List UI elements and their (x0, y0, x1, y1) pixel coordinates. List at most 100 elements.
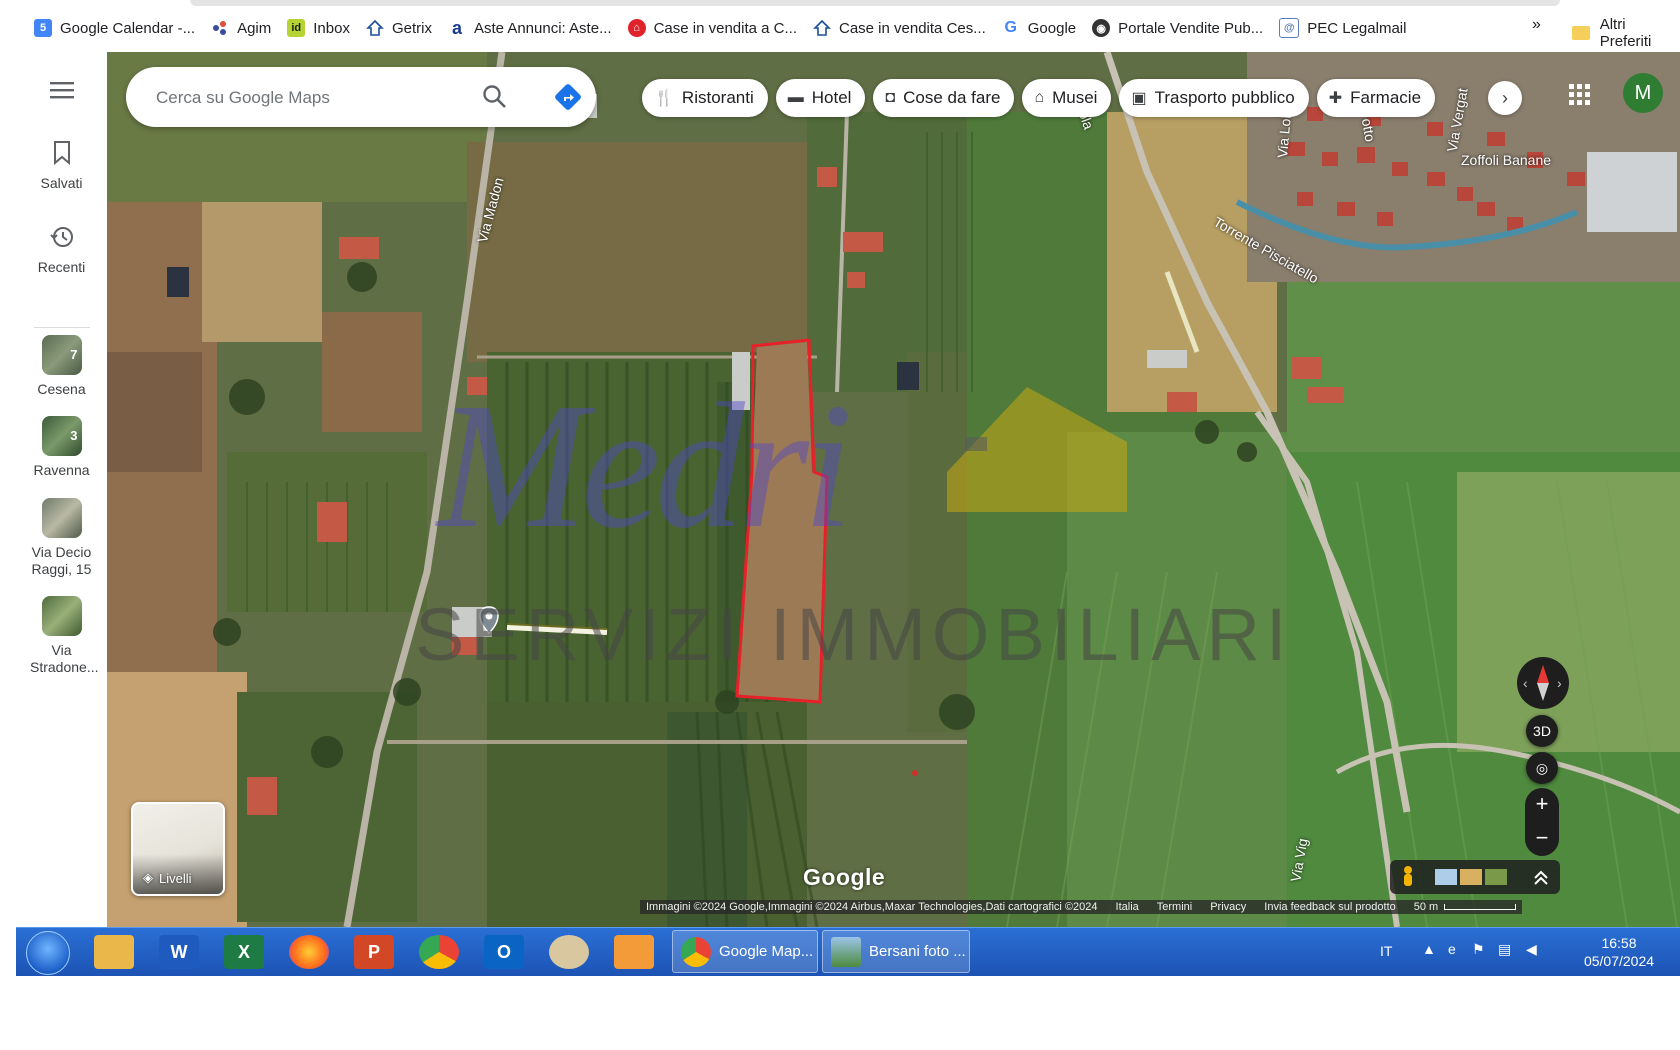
history-icon (49, 227, 73, 247)
recent-button[interactable]: Recenti (16, 224, 107, 276)
bookmark-list: 5 Google Calendar -... Agim id Inbox Get… (34, 16, 1422, 40)
link-privacy[interactable]: Privacy (1210, 900, 1246, 914)
legalmail-icon: @ (1279, 18, 1300, 38)
satellite-imagery[interactable] (107, 52, 1680, 927)
compass-button[interactable]: ‹ › (1517, 657, 1569, 709)
search-icon[interactable] (481, 83, 509, 111)
bookmark-google-calendar[interactable]: 5 Google Calendar -... (34, 16, 205, 40)
recent-place-cesena[interactable]: 7 Cesena (16, 335, 107, 398)
bookmark-portale-vendite[interactable]: ◉ Portale Vendite Pub... (1092, 16, 1273, 40)
photo-viewer-icon (831, 936, 861, 967)
recent-place-via-stradone[interactable]: Via Stradone... (16, 596, 107, 676)
powerpoint-icon[interactable]: P (354, 935, 394, 969)
network-icon[interactable]: ▤ (1498, 941, 1511, 958)
tab-strip-scroll (190, 0, 1560, 6)
flag-icon[interactable]: ⚑ (1472, 941, 1485, 958)
chip-label: Hotel (811, 88, 852, 107)
recent-place-via-decio-raggi[interactable]: Via Decio Raggi, 15 (16, 498, 107, 578)
word-icon[interactable]: W (159, 935, 199, 969)
pegman-and-imagery-bar (1390, 860, 1560, 894)
imagery-thumb-1 (1435, 869, 1457, 885)
layers-button[interactable]: ◈ Livelli (131, 802, 225, 896)
3d-toggle-button[interactable]: 3D (1526, 715, 1558, 747)
edge-tray-icon[interactable]: e (1448, 941, 1456, 957)
bookmark-case-vendita-1[interactable]: ⌂ Case in vendita a C... (627, 16, 807, 40)
zoom-in-button[interactable]: + (1525, 788, 1559, 822)
firefox-icon[interactable] (289, 935, 329, 969)
chip-ristoranti[interactable]: 🍴 Ristoranti (642, 79, 768, 117)
bookmark-agim[interactable]: Agim (211, 16, 281, 40)
volume-icon[interactable]: ◀ (1526, 941, 1537, 958)
file-explorer-icon[interactable] (94, 935, 134, 969)
house-icon (365, 19, 384, 37)
chip-trasporto-pubblico[interactable]: ▣ Trasporto pubblico (1119, 79, 1309, 117)
bookmark-label: Portale Vendite Pub... (1118, 19, 1264, 37)
bookmarks-overflow-button[interactable]: » (1532, 16, 1541, 34)
place-thumbnail: 7 (41, 335, 82, 375)
compass-icon: ‹ › (1523, 665, 1562, 701)
saved-button[interactable]: Salvati (16, 140, 107, 192)
outlook-icon[interactable]: O (484, 935, 524, 969)
chip-cose-da-fare[interactable]: ◘ Cose da fare (873, 79, 1015, 117)
calendar-icon: 5 (34, 19, 52, 37)
taskbar-task-bersani-foto[interactable]: Bersani foto ... (822, 930, 970, 973)
place-label: Ravenna (33, 462, 90, 478)
taskbar-task-google-maps[interactable]: Google Map... (672, 930, 818, 973)
bookmark-label: PEC Legalmail (1307, 19, 1407, 37)
bookmark-inbox[interactable]: id Inbox (287, 16, 360, 40)
chips-next-button[interactable]: › (1488, 81, 1522, 115)
my-location-button[interactable]: ◎ (1526, 752, 1558, 784)
task-label: Google Map... (719, 943, 814, 960)
chip-farmacie[interactable]: ✚ Farmacie (1316, 79, 1436, 117)
other-bookmarks-folder[interactable]: Altri Preferiti (1572, 16, 1680, 50)
poi-label-zoffoli: Zoffoli Banane (1461, 152, 1552, 168)
bed-icon: ▬ (787, 89, 804, 106)
recent-place-ravenna[interactable]: 3 Ravenna (16, 416, 107, 479)
directions-icon[interactable] (554, 83, 582, 111)
search-input[interactable] (154, 85, 488, 111)
clock[interactable]: 16:58 05/07/2024 (1574, 934, 1664, 970)
account-avatar[interactable]: M (1623, 73, 1663, 113)
chip-hotel[interactable]: ▬ Hotel (775, 79, 866, 117)
agim-icon (211, 19, 230, 37)
system-tray: IT ▲ e ⚑ ▤ ◀ 16:58 05/07/2024 (1364, 928, 1664, 976)
language-indicator[interactable]: IT (1380, 943, 1392, 959)
location-icon: ◎ (1535, 759, 1549, 776)
layers-label: ◈ Livelli (143, 870, 192, 886)
excel-icon[interactable]: X (224, 935, 264, 969)
globe-icon: ◉ (1092, 19, 1111, 37)
chip-musei[interactable]: ⌂ Musei (1022, 79, 1112, 117)
paint-icon[interactable] (549, 935, 589, 969)
map-attribution-bar: Immagini ©2024 Google,Immagini ©2024 Air… (640, 900, 1523, 914)
place-label: Via Stradone... (30, 642, 99, 675)
camera-icon: ◘ (885, 89, 896, 106)
link-italia[interactable]: Italia (1116, 900, 1139, 914)
scale-bar (1444, 904, 1517, 911)
google-logo: Google (803, 864, 886, 890)
bookmark-icon (53, 141, 70, 166)
maps-side-rail: Salvati Recenti 7 Cesena 3 Ravenna Via D… (16, 52, 108, 927)
scale-indicator[interactable]: 50 m (1414, 900, 1517, 914)
bookmark-pec-legalmail[interactable]: @ PEC Legalmail (1279, 16, 1416, 40)
link-termini[interactable]: Termini (1157, 900, 1192, 914)
attribution-text: Immagini ©2024 Google,Immagini ©2024 Air… (646, 901, 1098, 913)
start-button[interactable] (26, 931, 70, 975)
bookmark-google[interactable]: G Google (1001, 16, 1086, 40)
chip-label: Ristoranti (681, 88, 754, 107)
idealista-icon: id (287, 19, 306, 37)
media-player-icon[interactable] (614, 935, 654, 969)
clock-date: 05/07/2024 (1583, 953, 1655, 969)
chip-label: Farmacie (1350, 88, 1422, 107)
chrome-icon[interactable] (419, 935, 459, 969)
bookmark-label: Agim (237, 19, 272, 37)
menu-button[interactable] (16, 80, 107, 103)
zoom-out-button[interactable]: − (1525, 822, 1559, 856)
bookmark-aste-annunci[interactable]: a Aste Annunci: Aste... (447, 16, 622, 40)
tray-expand-icon[interactable]: ▲ (1422, 941, 1436, 957)
chip-label: Cose da fare (903, 88, 1001, 107)
bookmark-case-vendita-2[interactable]: Case in vendita Ces... (813, 16, 996, 40)
google-apps-icon[interactable] (1567, 82, 1591, 106)
satellite-map[interactable]: Medri SERVIZI IMMOBILIARI Via Madon Torr… (107, 52, 1680, 927)
bookmark-getrix[interactable]: Getrix (365, 16, 442, 40)
link-feedback[interactable]: Invia feedback sul prodotto (1264, 900, 1395, 914)
